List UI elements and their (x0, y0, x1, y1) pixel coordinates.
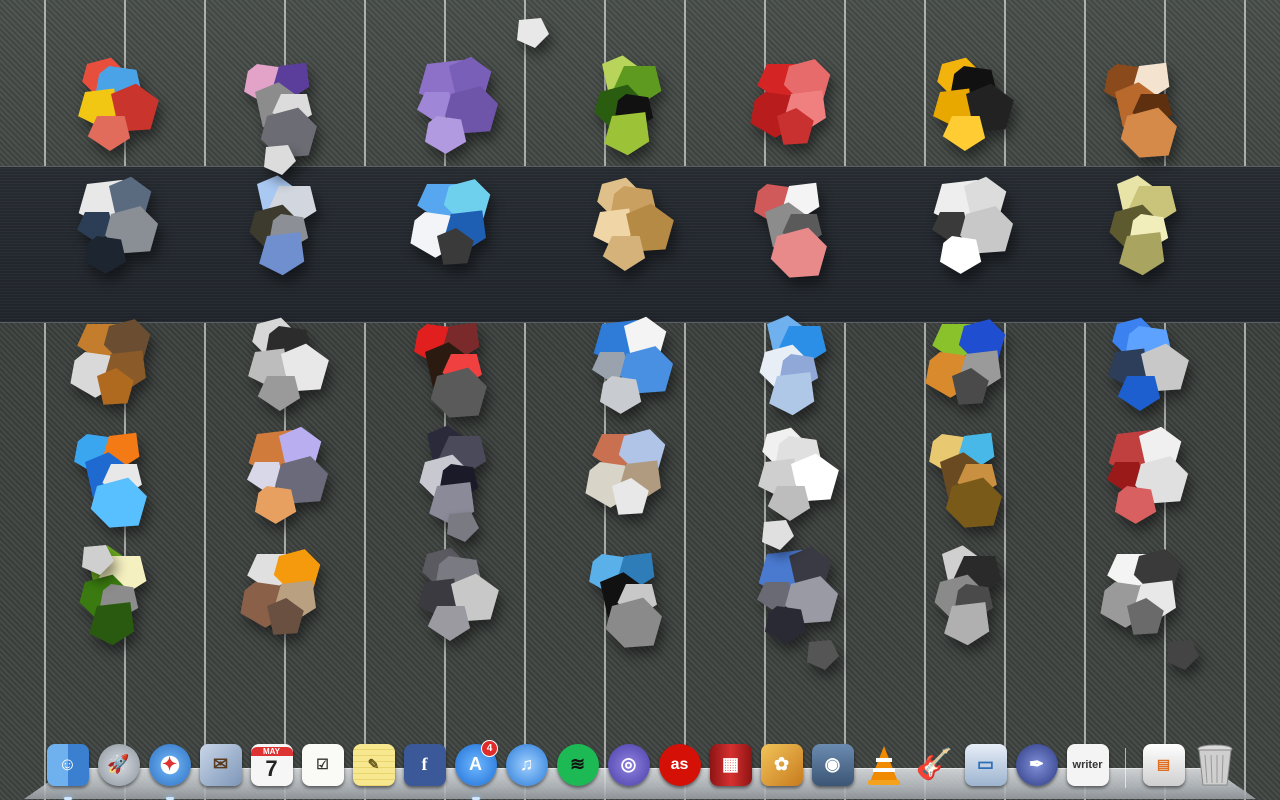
stray-fragment (517, 18, 549, 48)
lastfm-label: as (658, 743, 701, 786)
garageband-icon[interactable]: 🎸 (911, 741, 958, 788)
image-capture-icon[interactable]: ◉ (809, 741, 856, 788)
keynote-icon[interactable]: ▭ (962, 741, 1009, 788)
launchpad-shards-34[interactable] (910, 545, 1040, 650)
launchpad-shards-7[interactable] (1085, 60, 1215, 160)
launchpad-shards-5[interactable] (735, 59, 865, 160)
launchpad-shards-28[interactable] (1085, 426, 1215, 530)
mail-icon[interactable]: ✉ (197, 741, 244, 788)
icon-fragment (939, 236, 982, 274)
launchpad-shards-3[interactable] (395, 56, 525, 160)
launchpad-shards-26[interactable] (735, 427, 865, 530)
itunes-icon[interactable]: ♫ (503, 741, 550, 788)
launchpad-shards-9[interactable] (225, 175, 355, 280)
stray-fragment (264, 145, 296, 175)
launchpad-shards-14[interactable] (1085, 175, 1215, 280)
launchpad-shards-13[interactable] (910, 176, 1040, 280)
writer-icon[interactable]: writer (1064, 741, 1111, 788)
stray-fragment (762, 520, 794, 550)
launchpad-shards-33[interactable] (735, 546, 865, 650)
lastfm-icon[interactable]: as (656, 741, 703, 788)
launchpad-shards-29[interactable] (55, 545, 185, 650)
calendar-month: MAY (250, 747, 293, 756)
facebook-icon[interactable]: f (401, 741, 448, 788)
launchpad-shards-11[interactable] (570, 177, 700, 280)
launchpad-shards-19[interactable] (735, 315, 865, 420)
stray-fragment (1167, 640, 1199, 670)
launchpad-shards-4[interactable] (570, 55, 700, 160)
calendar-icon[interactable]: MAY 7 (248, 741, 295, 788)
icon-fragment (84, 236, 127, 274)
facebook-label: f (403, 743, 446, 786)
launchpad-shards-30[interactable] (225, 549, 355, 650)
app-store-badge: 4 (481, 740, 498, 757)
stray-fragment (807, 640, 839, 670)
stray-fragment (447, 512, 479, 542)
launchpad-shards-1[interactable] (55, 57, 185, 160)
icon-fragment (424, 116, 467, 154)
notes-icon[interactable]: ✎ (350, 741, 397, 788)
launchpad-shards-21[interactable] (1085, 317, 1215, 420)
launchpad-shards-16[interactable] (225, 317, 355, 420)
app-store-icon[interactable]: A 4 (452, 740, 499, 800)
photo-booth-icon[interactable]: ▦ (707, 741, 754, 788)
safari-icon[interactable]: ✦ (146, 741, 193, 800)
writer-label: writer (1066, 743, 1109, 786)
trash-icon[interactable] (1191, 741, 1238, 788)
launchpad-shards-22[interactable] (55, 430, 185, 530)
spotify-icon[interactable]: ≋ (554, 741, 601, 788)
calendar-day: 7 (265, 756, 278, 781)
documents-stack-icon[interactable]: ▤ (1140, 741, 1187, 788)
launchpad-shards-20[interactable] (910, 319, 1040, 420)
launchpad-shards-23[interactable] (225, 426, 355, 530)
bittorrent-icon[interactable]: ◎ (605, 741, 652, 788)
launchpad-shards-25[interactable] (570, 429, 700, 530)
finder-icon[interactable]: ☺ (44, 741, 91, 800)
preview-icon[interactable]: ✒ (1013, 741, 1060, 788)
launchpad-shards-10[interactable] (395, 179, 525, 280)
stray-fragment (82, 545, 114, 575)
icon-fragment (254, 486, 297, 524)
launchpad-shards-27[interactable] (910, 430, 1040, 530)
launchpad-icon[interactable]: 🚀 (95, 741, 142, 788)
launchpad-shards-35[interactable] (1085, 549, 1215, 650)
iphoto-icon[interactable]: ✿ (758, 741, 805, 788)
icon-fragment (764, 606, 807, 644)
launchpad-shards-17[interactable] (395, 320, 525, 420)
launchpad-shards-15[interactable] (55, 319, 185, 420)
icon-fragment (1114, 486, 1157, 524)
launchpad-shards-32[interactable] (570, 550, 700, 650)
launchpad-shards-12[interactable] (735, 180, 865, 280)
dock-separator (1125, 748, 1126, 788)
icon-fragment (599, 376, 642, 414)
launchpad-shards-31[interactable] (395, 547, 525, 650)
launchpad-shards-8[interactable] (55, 176, 185, 280)
launchpad-shards-18[interactable] (570, 316, 700, 420)
dock: ☺ 🚀 ✦ ✉ MAY 7 ☑ ✎ f A 4 ♫ ≋ ◎ as ▦ ✿ ◉ 🎸… (44, 736, 1238, 800)
vlc-icon[interactable] (860, 741, 907, 788)
launchpad-shards-6[interactable] (910, 57, 1040, 160)
reminders-icon[interactable]: ☑ (299, 741, 346, 788)
